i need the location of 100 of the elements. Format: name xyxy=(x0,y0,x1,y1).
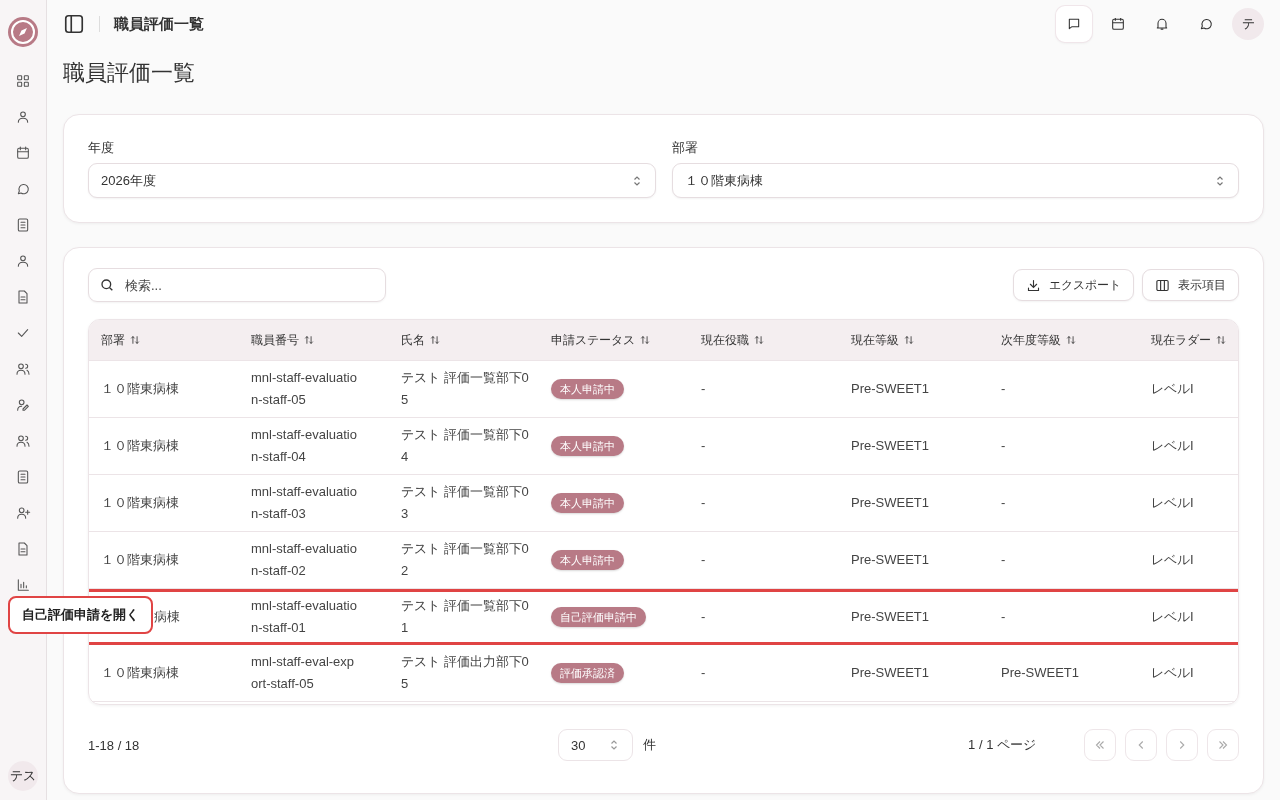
status-badge: 本人申請中 xyxy=(551,436,624,456)
row-range: 1-18 / 18 xyxy=(88,737,141,753)
column-header[interactable]: 現在ラダー xyxy=(1139,320,1238,360)
table-cell: テスト 評価一覧部下04 xyxy=(401,427,529,464)
column-header[interactable]: 氏名 xyxy=(389,320,539,360)
chat-icon[interactable] xyxy=(15,181,31,197)
table-cell: Pre-SWEET1 xyxy=(851,552,929,567)
page-size-select[interactable]: 30 xyxy=(558,729,633,761)
export-button[interactable]: エクスポート xyxy=(1013,269,1134,301)
calendar-icon[interactable] xyxy=(15,145,31,161)
table-cell: テスト 評価一覧部下02 xyxy=(401,541,529,578)
table-cell: テスト 評価一覧部下05 xyxy=(401,370,529,407)
table-cell: - xyxy=(701,438,706,453)
doc-icon[interactable] xyxy=(15,289,31,305)
columns-button[interactable]: 表示項目 xyxy=(1142,269,1239,301)
calendar-icon[interactable] xyxy=(1110,16,1126,32)
doc-icon[interactable] xyxy=(15,541,31,557)
chevron-icon xyxy=(608,739,620,751)
user-avatar[interactable]: テ xyxy=(1232,8,1264,40)
page-size-unit: 件 xyxy=(643,736,656,754)
person-icon[interactable] xyxy=(15,109,31,125)
message-button[interactable] xyxy=(1056,6,1092,42)
column-header[interactable]: 申請ステータス xyxy=(539,320,689,360)
table-cell: レベルI xyxy=(1151,495,1194,510)
search-box[interactable]: 検索... xyxy=(88,268,386,302)
table-cell: - xyxy=(701,381,706,396)
status-badge: 本人申請中 xyxy=(551,550,624,570)
table-cell: - xyxy=(701,552,706,567)
table-cell: - xyxy=(1001,495,1006,510)
sort-icon xyxy=(640,334,650,345)
bell-icon[interactable] xyxy=(1154,16,1170,32)
table-cell: Pre-SWEET1 xyxy=(851,609,929,624)
sort-icon xyxy=(130,334,140,345)
book-icon[interactable] xyxy=(15,469,31,485)
grid-icon[interactable] xyxy=(15,73,31,89)
table-cell: mnl-staff-evaluation-staff-05 xyxy=(251,370,357,407)
table-cell: １０階東病棟 xyxy=(101,665,179,680)
table-cell: １０階東病棟 xyxy=(101,552,179,567)
table-cell: レベルI xyxy=(1151,438,1194,453)
table-cell: Pre-SWEET1 xyxy=(851,438,929,453)
user-avatar[interactable]: テス xyxy=(8,761,38,791)
columns-icon xyxy=(1155,277,1170,293)
table-cell: mnl-staff-evaluation-staff-01 xyxy=(251,598,357,635)
sort-icon xyxy=(904,334,914,345)
header-title: 職員評価一覧 xyxy=(114,14,204,34)
table-cell: 病棟 xyxy=(154,609,180,624)
table-cell: テスト 評価出力部下05 xyxy=(401,654,529,691)
column-header[interactable]: 職員番号 xyxy=(239,320,389,360)
select-field[interactable]: １０階東病棟 xyxy=(671,163,1239,198)
person-plus-icon[interactable] xyxy=(15,505,31,521)
table-cell: - xyxy=(1001,609,1006,624)
column-header[interactable]: 部署 xyxy=(89,320,239,360)
sort-icon xyxy=(430,334,440,345)
sort-icon xyxy=(1066,334,1076,345)
table-row[interactable]: １０階東病棟 mnl-staff-evaluation-staff-05 テスト 評価一覧部下05 本人申請中 - Pre-SWEET1 - レベルI xyxy=(89,361,1238,418)
people-icon[interactable] xyxy=(15,433,31,449)
table-cell: １０階東病棟 xyxy=(101,381,179,396)
compass-logo[interactable] xyxy=(7,16,39,48)
person-icon[interactable] xyxy=(15,253,31,269)
column-header[interactable]: 次年度等級 xyxy=(989,320,1139,360)
table-cell: １０階東病棟 xyxy=(101,495,179,510)
status-badge: 本人申請中 xyxy=(551,493,624,513)
table-row[interactable]: １０階東病棟 mnl-staff-eval-export-staff-05 テスト 評価出力部下05 評価承認済 - Pre-SWEET1 Pre-SWEET1 レベルI xyxy=(89,645,1238,702)
table-cell: Pre-SWEET1 xyxy=(851,495,929,510)
table-cell: - xyxy=(701,665,706,680)
column-header[interactable]: 現在役職 xyxy=(689,320,839,360)
chat-icon[interactable] xyxy=(1198,16,1214,32)
table-cell: mnl-staff-evaluation-staff-02 xyxy=(251,541,357,578)
select-field[interactable]: 2026年度 xyxy=(88,163,656,198)
table-row[interactable]: １０階東病棟 mnl-staff-evaluation-staff-04 テスト 評価一覧部下04 本人申請中 - Pre-SWEET1 - レベルI xyxy=(89,418,1238,475)
chart-icon[interactable] xyxy=(15,577,31,593)
column-header[interactable]: 現在等級 xyxy=(839,320,989,360)
table-cell: mnl-staff-evaluation-staff-03 xyxy=(251,484,357,521)
sidebar-toggle-icon[interactable] xyxy=(63,13,85,35)
table-cell: レベルI xyxy=(1151,552,1194,567)
table-cell: - xyxy=(1001,438,1006,453)
people-icon[interactable] xyxy=(15,361,31,377)
table-cell: Pre-SWEET1 xyxy=(851,665,929,680)
table-cell: mnl-staff-evaluation-staff-04 xyxy=(251,427,357,464)
table-cell: mnl-staff-eval-export-staff-05 xyxy=(251,654,355,691)
search-field[interactable]: 検索... xyxy=(123,276,375,294)
filter-label: 年度 xyxy=(88,139,115,157)
message-icon[interactable] xyxy=(1066,16,1082,32)
download-icon xyxy=(1026,277,1041,293)
table-cell: レベルI xyxy=(1151,609,1194,624)
page-title: 職員評価一覧 xyxy=(63,59,196,87)
table-cell: - xyxy=(701,495,706,510)
sort-icon xyxy=(304,334,314,345)
table-row[interactable]: １０階東病棟 mnl-staff-evaluation-staff-03 テスト 評価一覧部下03 本人申請中 - Pre-SWEET1 - レベルI xyxy=(89,475,1238,532)
table-cell: Pre-SWEET1 xyxy=(851,381,929,396)
table-row[interactable]: １０階東病棟 mnl-staff-evaluation-staff-02 テスト 評価一覧部下02 本人申請中 - Pre-SWEET1 - レベルI xyxy=(89,532,1238,589)
tooltip: 自己評価申請を開く xyxy=(8,596,153,634)
table-cell: テスト 評価一覧部下03 xyxy=(401,484,529,521)
table-cell: テスト 評価一覧部下01 xyxy=(401,598,529,635)
person-pen-icon[interactable] xyxy=(15,397,31,413)
table-cell: - xyxy=(1001,552,1006,567)
status-badge: 評価承認済 xyxy=(551,663,624,683)
table-cell: - xyxy=(701,609,706,624)
book-icon[interactable] xyxy=(15,217,31,233)
filter-label: 部署 xyxy=(671,139,699,157)
